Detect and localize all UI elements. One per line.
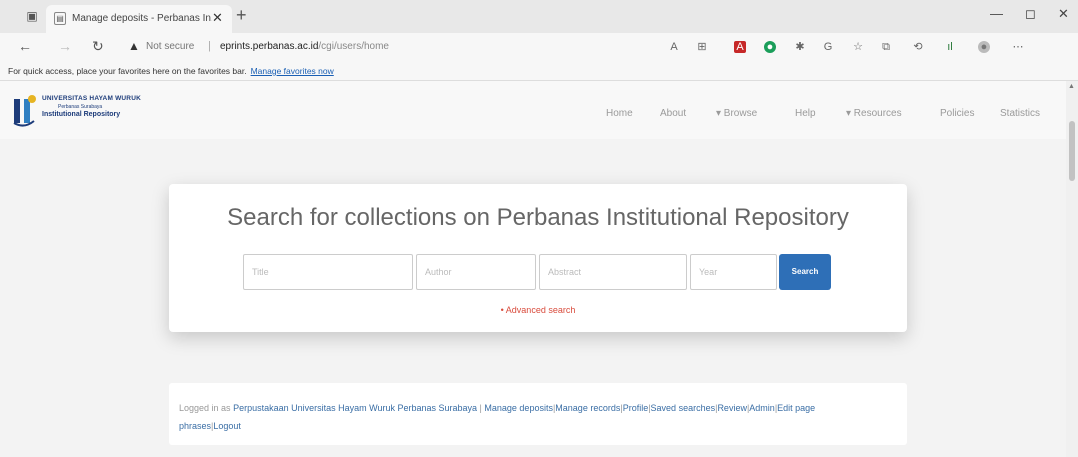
profile-link[interactable]: Profile — [623, 403, 649, 413]
tab-close-icon[interactable]: ✕ — [212, 10, 223, 26]
nav-statistics[interactable]: Statistics — [1000, 108, 1040, 119]
author-input[interactable] — [417, 255, 535, 289]
browser-tab[interactable]: ▤ Manage deposits - Perbanas In... ✕ — [46, 5, 232, 33]
review-link[interactable]: Review — [717, 403, 747, 413]
refresh-icon[interactable]: ↻ — [92, 38, 104, 54]
nav-browse[interactable]: ▾ Browse — [716, 108, 757, 119]
search-button[interactable]: Search — [779, 254, 831, 290]
warning-icon: ▲ — [128, 39, 140, 53]
browser-tab-bar: ▣ ▤ Manage deposits - Perbanas In... ✕ +… — [0, 0, 1078, 33]
green-extension-icon[interactable]: ● — [764, 41, 776, 53]
login-status-text: Logged in as Perpustakaan Universitas Ha… — [179, 403, 816, 431]
manage-records-link[interactable]: Manage records — [555, 403, 620, 413]
page-favicon-icon: ▤ — [54, 12, 66, 25]
favorites-message: For quick access, place your favorites h… — [8, 66, 247, 76]
search-heading: Search for collections on Perbanas Insti… — [227, 204, 849, 231]
not-secure-label[interactable]: Not secure — [146, 41, 194, 52]
logout-link[interactable]: Logout — [213, 421, 241, 431]
scroll-thumb[interactable] — [1069, 121, 1075, 181]
forward-icon[interactable]: → — [58, 38, 72, 54]
logo-repository: Institutional Repository — [42, 111, 121, 118]
author-field[interactable] — [416, 254, 536, 290]
abstract-field[interactable] — [539, 254, 687, 290]
page-content: UNIVERSITAS HAYAM WURUK Perbanas Surabay… — [0, 81, 1066, 457]
login-status-panel: Logged in as Perpustakaan Universitas Ha… — [169, 383, 907, 445]
extension-icon[interactable]: ✱ — [794, 41, 806, 53]
user-profile-link[interactable]: Perpustakaan Universitas Hayam Wuruk Per… — [233, 403, 477, 413]
pdf-extension-icon[interactable]: A — [734, 41, 746, 53]
read-aloud-icon[interactable]: A — [668, 41, 680, 53]
abstract-input[interactable] — [540, 255, 686, 289]
more-options-icon[interactable]: ⋯ — [1012, 41, 1024, 53]
logo-title: UNIVERSITAS HAYAM WURUK — [42, 95, 141, 102]
admin-link[interactable]: Admin — [749, 403, 775, 413]
nav-resources[interactable]: ▾ Resources — [846, 108, 902, 119]
favorites-bar: For quick access, place your favorites h… — [0, 61, 1078, 81]
new-tab-icon[interactable]: + — [236, 6, 247, 24]
refresh-extension-icon[interactable]: G — [822, 41, 834, 53]
url-text[interactable]: eprints.perbanas.ac.id/cgi/users/home — [220, 41, 389, 52]
performance-icon[interactable]: ıl — [944, 41, 956, 53]
search-panel: Search for collections on Perbanas Insti… — [169, 184, 907, 332]
year-input[interactable] — [691, 255, 776, 289]
logo-subtitle: Perbanas Surabaya — [58, 104, 103, 110]
favorites-star-icon[interactable]: ☆ — [852, 41, 864, 53]
tab-title: Manage deposits - Perbanas In... — [72, 13, 212, 24]
page-scrollbar[interactable]: ▲ — [1066, 81, 1078, 457]
title-input[interactable] — [244, 255, 412, 289]
minimize-icon[interactable]: — — [990, 6, 1003, 21]
scroll-up-icon[interactable]: ▲ — [1068, 83, 1075, 90]
nav-home[interactable]: Home — [606, 108, 633, 119]
manage-deposits-link[interactable]: Manage deposits — [484, 403, 553, 413]
advanced-search-link[interactable]: • Advanced search — [169, 305, 907, 315]
university-logo-icon[interactable] — [12, 93, 36, 127]
profile-avatar-icon[interactable]: ● — [978, 41, 990, 53]
year-field[interactable] — [690, 254, 777, 290]
nav-help[interactable]: Help — [795, 108, 816, 119]
tab-actions-icon[interactable]: ▣ — [24, 8, 40, 24]
site-header: UNIVERSITAS HAYAM WURUK Perbanas Surabay… — [0, 81, 1066, 139]
history-icon[interactable]: ⟲ — [912, 41, 924, 53]
title-field[interactable] — [243, 254, 413, 290]
saved-searches-link[interactable]: Saved searches — [651, 403, 716, 413]
manage-favorites-link[interactable]: Manage favorites now — [251, 66, 334, 76]
maximize-icon[interactable]: ◻ — [1025, 6, 1036, 22]
nav-about[interactable]: About — [660, 108, 686, 119]
address-bar-row: ← → ↻ ▲ Not secure | eprints.perbanas.ac… — [0, 33, 1078, 61]
close-window-icon[interactable]: ✕ — [1058, 6, 1069, 22]
nav-policies[interactable]: Policies — [940, 108, 974, 119]
logged-in-prefix: Logged in as — [179, 403, 231, 413]
collections-icon[interactable]: ⧉ — [880, 41, 892, 53]
address-bar[interactable]: ▲ Not secure | eprints.perbanas.ac.id/cg… — [120, 37, 680, 57]
back-icon[interactable]: ← — [18, 38, 32, 54]
app-available-icon[interactable]: ⊞ — [696, 41, 708, 53]
